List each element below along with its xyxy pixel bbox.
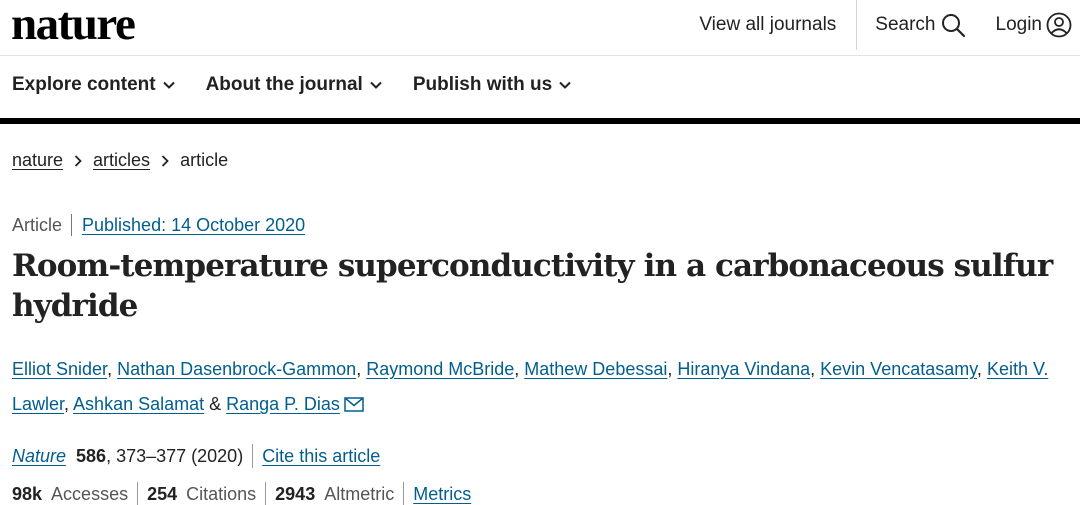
search-icon	[941, 14, 965, 38]
pages-year: , 373–377 (2020)	[106, 445, 244, 466]
accesses-count: 98k	[12, 483, 43, 504]
author-link[interactable]: Ashkan Salamat	[73, 394, 204, 414]
chevron-right-icon	[74, 154, 82, 167]
altmetric-label: Altmetric	[324, 483, 395, 504]
chevron-down-icon	[370, 81, 382, 89]
breadcrumb-articles[interactable]: articles	[93, 150, 150, 171]
divider	[137, 482, 139, 505]
nav-explore-content[interactable]: Explore content	[12, 74, 175, 96]
citations-label: Citations	[186, 483, 257, 504]
chevron-down-icon	[162, 81, 175, 89]
login-button[interactable]: Login	[996, 12, 1073, 38]
citations-count: 254	[147, 483, 178, 504]
author-list: Elliot Snider, Nathan Dasenbrock-Gammon,…	[12, 352, 1072, 422]
author-link[interactable]: Ranga P. Dias	[226, 394, 340, 414]
divider	[265, 482, 267, 505]
author-link[interactable]: Kevin Vencatasamy	[820, 359, 977, 379]
main-nav: Explore content About the journal Publis…	[12, 74, 602, 96]
view-all-journals-label: View all journals	[699, 14, 837, 35]
chevron-down-icon	[559, 81, 571, 89]
header-links: View all journals Search Login	[699, 0, 1072, 50]
header-divider	[0, 55, 1080, 56]
author-link[interactable]: Nathan Dasenbrock-Gammon	[117, 359, 356, 379]
author-separator: ,	[667, 359, 678, 379]
breadcrumb-nature[interactable]: nature	[12, 150, 63, 171]
citation-row: Nature 586 , 373–377 (2020) Cite this ar…	[12, 444, 380, 468]
altmetric-score: 2943	[275, 483, 316, 504]
author-separator: ,	[107, 359, 118, 379]
cite-this-article-link[interactable]: Cite this article	[262, 446, 380, 467]
article-title: Room-temperature superconductivity in a …	[12, 248, 1053, 324]
search-label: Search	[875, 14, 936, 35]
author-link[interactable]: Mathew Debessai	[524, 359, 667, 379]
accesses-label: Accesses	[51, 483, 129, 504]
metrics-link[interactable]: Metrics	[413, 484, 471, 505]
nature-logo[interactable]: nature	[11, 1, 136, 48]
breadcrumb: nature articles article	[12, 150, 228, 171]
nav-about-the-journal[interactable]: About the journal	[206, 74, 382, 96]
author-separator: ,	[976, 359, 987, 379]
site-header: nature View all journals Search Login	[0, 0, 1080, 56]
nav-divider	[0, 118, 1080, 124]
article-meta: Article Published: 14 October 2020	[12, 214, 305, 236]
search-button[interactable]: Search	[857, 12, 995, 38]
author-separator: ,	[514, 359, 525, 379]
nav-publish-with-us[interactable]: Publish with us	[413, 74, 571, 96]
author-link[interactable]: Hiranya Vindana	[677, 359, 810, 379]
mail-icon[interactable]	[344, 397, 364, 412]
nav-publish-with-us-label: Publish with us	[412, 74, 553, 95]
published-date-link[interactable]: Published: 14 October 2020	[72, 215, 305, 236]
author-separator: ,	[810, 359, 821, 379]
journal-name-link[interactable]: Nature	[12, 446, 66, 467]
author-separator: ,	[64, 394, 74, 414]
view-all-journals-link[interactable]: View all journals	[699, 0, 858, 50]
volume-number: 586	[76, 445, 107, 466]
user-icon	[1046, 12, 1072, 38]
article-type: Article	[12, 214, 73, 236]
nav-about-the-journal-label: About the journal	[205, 74, 363, 95]
divider	[403, 482, 405, 505]
nav-explore-content-label: Explore content	[12, 74, 156, 95]
author-link[interactable]: Elliot Snider	[12, 359, 107, 379]
author-separator: ,	[356, 359, 367, 379]
breadcrumb-article: article	[180, 150, 229, 170]
login-label: Login	[995, 14, 1043, 35]
metrics-row: 98k Accesses 254 Citations 2943 Altmetri…	[12, 482, 471, 505]
divider	[252, 444, 254, 468]
author-link[interactable]: Raymond McBride	[366, 359, 514, 379]
author-and: &	[204, 394, 227, 414]
chevron-right-icon	[161, 154, 169, 167]
